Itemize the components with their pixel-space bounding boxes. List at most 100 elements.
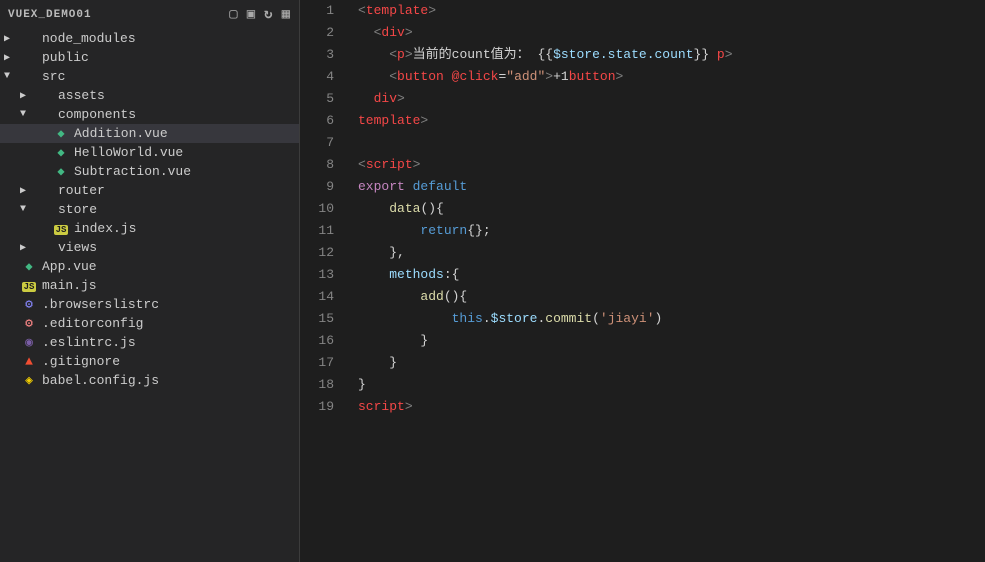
line-number: 5 bbox=[300, 88, 350, 110]
tree-item-views[interactable]: ▶views bbox=[0, 238, 299, 257]
tree-item-label: main.js bbox=[42, 278, 299, 293]
line-content: <template> bbox=[350, 0, 436, 22]
line-content: div> bbox=[350, 88, 405, 110]
tree-item-node_modules[interactable]: ▶node_modules bbox=[0, 29, 299, 48]
token: {{ bbox=[530, 47, 553, 62]
token: default bbox=[413, 179, 468, 194]
token: button> bbox=[569, 69, 624, 84]
token: > bbox=[616, 69, 624, 84]
code-line: 13 methods:{ bbox=[300, 264, 985, 286]
token: p bbox=[397, 47, 405, 62]
tree-item-App.vue[interactable]: ◆ App.vue bbox=[0, 257, 299, 276]
line-content: <p>当前的count值为： {{$store.state.count}} p> bbox=[350, 44, 733, 66]
collapse-icon[interactable]: ▦ bbox=[282, 6, 291, 23]
code-line: 16 } bbox=[300, 330, 985, 352]
token: template bbox=[366, 3, 428, 18]
line-content: methods:{ bbox=[350, 264, 467, 286]
refresh-icon[interactable]: ↻ bbox=[264, 6, 273, 23]
token bbox=[358, 289, 420, 304]
token: 当前的count值为： bbox=[413, 47, 530, 62]
token: (){ bbox=[420, 201, 443, 216]
tree-item-label: Addition.vue bbox=[74, 126, 299, 141]
token bbox=[491, 223, 499, 238]
token: 'jiayi' bbox=[600, 311, 655, 326]
tree-item-.editorconfig[interactable]: ⚙.editorconfig bbox=[0, 314, 299, 333]
new-file-icon[interactable]: ▢ bbox=[229, 6, 238, 23]
token: div bbox=[381, 25, 404, 40]
token: p> bbox=[717, 47, 733, 62]
token: > bbox=[428, 3, 436, 18]
tree-item-.browserslistrc[interactable]: ⚙.browserslistrc bbox=[0, 295, 299, 314]
token: > bbox=[405, 47, 413, 62]
tree-item-main.js[interactable]: JSmain.js bbox=[0, 276, 299, 295]
token: > bbox=[405, 399, 413, 414]
line-number: 18 bbox=[300, 374, 350, 396]
tree-item-index.js[interactable]: JSindex.js bbox=[0, 219, 299, 238]
token: script bbox=[358, 399, 405, 414]
line-content: <div> bbox=[350, 22, 413, 44]
tree-item-Subtraction.vue[interactable]: ◆Subtraction.vue bbox=[0, 162, 299, 181]
new-folder-icon[interactable]: ▣ bbox=[247, 6, 256, 23]
line-number: 9 bbox=[300, 176, 350, 198]
file-explorer[interactable]: VUEX_DEMO01 ▢ ▣ ↻ ▦ ▶node_modules▶public… bbox=[0, 0, 300, 562]
token: $store.state.count bbox=[553, 47, 693, 62]
line-content: export default bbox=[350, 176, 475, 198]
line-content: add(){ bbox=[350, 286, 475, 308]
tree-item-components[interactable]: ▼components bbox=[0, 105, 299, 124]
token: > bbox=[725, 47, 733, 62]
tree-item-Addition.vue[interactable]: ◆Addition.vue bbox=[0, 124, 299, 143]
line-number: 11 bbox=[300, 220, 350, 242]
line-content: } bbox=[350, 352, 397, 374]
explorer-title: VUEX_DEMO01 bbox=[8, 9, 92, 21]
tree-item-.gitignore[interactable]: ▲.gitignore bbox=[0, 352, 299, 371]
token: this bbox=[452, 311, 483, 326]
line-content: <button @click="add">+1button> bbox=[350, 66, 623, 88]
code-line: 15 this.$store.commit('jiayi') bbox=[300, 308, 985, 330]
tree-item-label: App.vue bbox=[42, 259, 299, 274]
token: > bbox=[405, 25, 413, 40]
folder-arrow: ▶ bbox=[4, 52, 20, 64]
tree-item-src[interactable]: ▼src bbox=[0, 67, 299, 86]
token bbox=[358, 223, 420, 238]
code-line: 9export default bbox=[300, 176, 985, 198]
token: :{ bbox=[444, 267, 460, 282]
code-line: 4 <button @click="add">+1button> bbox=[300, 66, 985, 88]
line-number: 7 bbox=[300, 132, 350, 154]
tree-item-label: index.js bbox=[74, 221, 299, 236]
token: > bbox=[420, 113, 428, 128]
vue-file-icon: ◆ bbox=[20, 259, 38, 274]
code-line: 14 add(){ bbox=[300, 286, 985, 308]
babel-icon: ◈ bbox=[20, 373, 38, 388]
tree-item-.eslintrc.js[interactable]: ◉.eslintrc.js bbox=[0, 333, 299, 352]
token: button bbox=[397, 69, 444, 84]
line-number: 6 bbox=[300, 110, 350, 132]
tree-item-router[interactable]: ▶router bbox=[0, 181, 299, 200]
folder-arrow: ▼ bbox=[4, 71, 20, 82]
tree-item-public[interactable]: ▶public bbox=[0, 48, 299, 67]
token: template bbox=[358, 113, 420, 128]
explorer-header: VUEX_DEMO01 ▢ ▣ ↻ ▦ bbox=[0, 0, 299, 29]
token: commit bbox=[545, 311, 592, 326]
code-line: 1<template> bbox=[300, 0, 985, 22]
tree-item-HelloWorld.vue[interactable]: ◆HelloWorld.vue bbox=[0, 143, 299, 162]
line-number: 16 bbox=[300, 330, 350, 352]
token bbox=[467, 289, 475, 304]
code-line: 11 return{}; bbox=[300, 220, 985, 242]
tree-item-babel.config.js[interactable]: ◈ babel.config.js bbox=[0, 371, 299, 390]
token bbox=[358, 47, 389, 62]
folder-arrow: ▶ bbox=[20, 185, 36, 197]
token: . bbox=[483, 311, 491, 326]
token bbox=[358, 91, 374, 106]
tree-item-label: babel.config.js bbox=[42, 373, 299, 388]
line-number: 13 bbox=[300, 264, 350, 286]
token: "add" bbox=[506, 69, 545, 84]
tree-item-assets[interactable]: ▶assets bbox=[0, 86, 299, 105]
token: script> bbox=[358, 399, 413, 414]
token: }} bbox=[694, 47, 717, 62]
tree-item-store[interactable]: ▼store bbox=[0, 200, 299, 219]
line-number: 2 bbox=[300, 22, 350, 44]
explorer-header-icons: ▢ ▣ ↻ ▦ bbox=[229, 6, 291, 23]
token: {}; bbox=[467, 223, 490, 238]
code-line: 3 <p>当前的count值为： {{$store.state.count}} … bbox=[300, 44, 985, 66]
token: < bbox=[389, 69, 397, 84]
